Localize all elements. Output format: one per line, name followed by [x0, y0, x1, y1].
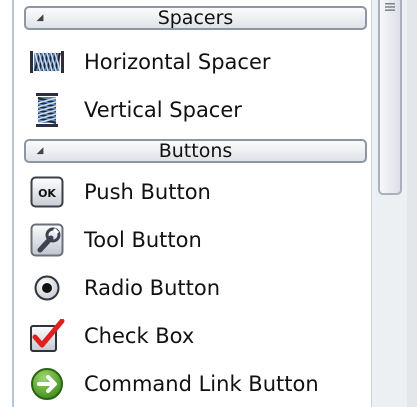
widget-box-panel: ◢ Spacers Horizontal Spacer Vertical Spa… — [0, 0, 417, 407]
push-button-icon: OK — [28, 173, 66, 211]
scrollbar-thumb[interactable] — [378, 0, 402, 195]
list-item-push-button[interactable]: OK Push Button — [28, 170, 368, 214]
list-item-label: Check Box — [84, 324, 195, 348]
list-item-horizontal-spacer[interactable]: Horizontal Spacer — [28, 40, 368, 84]
horizontal-spacer-icon — [28, 43, 66, 81]
window-right-edge — [407, 0, 417, 407]
list-item-tool-button[interactable]: Tool Button — [28, 218, 368, 262]
list-item-label: Vertical Spacer — [84, 98, 242, 122]
list-item-label: Horizontal Spacer — [84, 50, 271, 74]
list-item-radio-button[interactable]: Radio Button — [28, 266, 368, 310]
collapse-triangle-icon[interactable]: ◢ — [32, 10, 48, 26]
list-item-command-link-button[interactable]: Command Link Button — [28, 362, 368, 406]
list-item-label: Tool Button — [84, 228, 202, 252]
list-item-label: Radio Button — [84, 276, 221, 300]
scrollbar-grip-icon — [385, 3, 395, 11]
push-button-icon-text: OK — [38, 187, 56, 200]
section-header-spacers[interactable]: ◢ Spacers — [24, 6, 367, 30]
collapse-triangle-icon[interactable]: ◢ — [32, 143, 48, 159]
radio-button-icon — [28, 269, 66, 307]
list-item-vertical-spacer[interactable]: Vertical Spacer — [28, 88, 368, 132]
vertical-spacer-icon — [28, 91, 66, 129]
vertical-scrollbar[interactable] — [371, 0, 408, 407]
list-item-label: Push Button — [84, 180, 211, 204]
section-title: Buttons — [158, 140, 233, 162]
check-box-icon — [28, 317, 66, 355]
tool-button-icon — [28, 221, 66, 259]
widget-list: ◢ Spacers Horizontal Spacer Vertical Spa… — [14, 0, 371, 407]
list-item-check-box[interactable]: Check Box — [28, 314, 368, 358]
section-title: Spacers — [157, 7, 234, 29]
section-header-buttons[interactable]: ◢ Buttons — [24, 139, 367, 163]
command-link-icon — [28, 365, 66, 403]
list-item-label: Command Link Button — [84, 372, 319, 396]
